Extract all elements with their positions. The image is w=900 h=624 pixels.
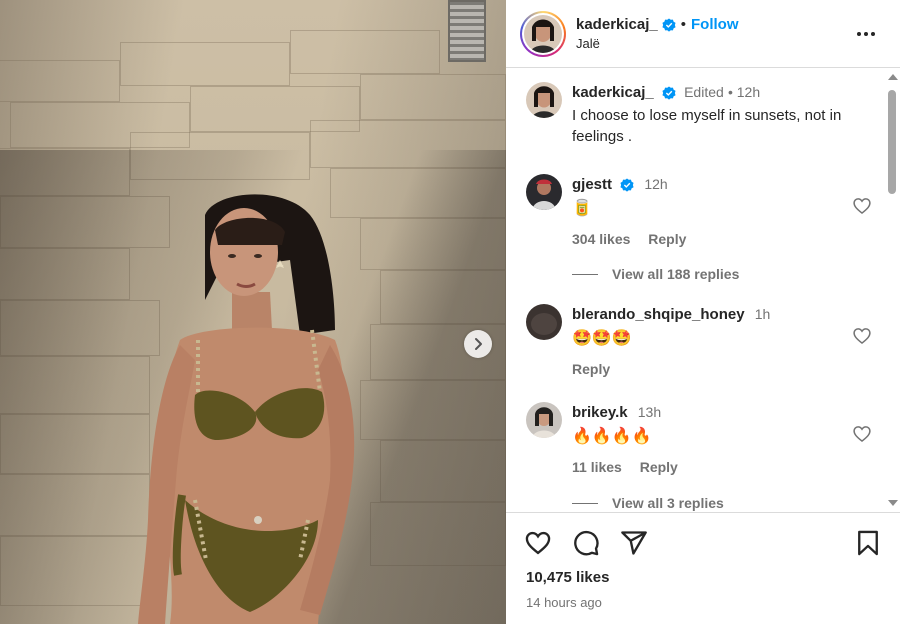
chevron-right-icon	[475, 338, 482, 350]
comment-icon[interactable]	[572, 529, 600, 557]
separator-dot: •	[727, 84, 737, 100]
comment-text: 🤩🤩🤩	[572, 330, 632, 347]
more-icon	[857, 32, 875, 36]
bookmark-icon[interactable]	[854, 529, 882, 557]
caption-time[interactable]: 12h	[737, 84, 760, 100]
verified-icon	[620, 178, 634, 192]
edited-label: Edited	[684, 84, 724, 100]
avatar[interactable]	[526, 174, 562, 210]
avatar[interactable]	[526, 304, 562, 340]
post-likes-count[interactable]: 10,475 likes	[526, 569, 609, 586]
author-username[interactable]: kaderkicaj_	[576, 16, 658, 33]
scroll-down-arrow[interactable]	[888, 500, 898, 506]
comment-likes[interactable]: 11 likes	[572, 459, 622, 475]
comment-time[interactable]: 13h	[638, 404, 661, 420]
scroll-up-arrow[interactable]	[888, 74, 898, 80]
author-avatar-ring[interactable]	[520, 10, 566, 57]
comment-username[interactable]: blerando_shqipe_honey	[572, 306, 745, 323]
photo-subject	[138, 194, 355, 624]
next-photo-button[interactable]	[464, 330, 492, 358]
comments-list[interactable]: kaderkicaj_ Edited • 12h I choose to los…	[506, 68, 900, 512]
comment-time[interactable]: 1h	[755, 306, 771, 322]
comment-text: 🔥🔥🔥🔥	[572, 428, 652, 445]
scroll-thumb[interactable]	[888, 90, 896, 194]
post-timestamp[interactable]: 14 hours ago	[526, 595, 602, 610]
avatar	[524, 14, 562, 53]
replies-divider	[572, 502, 598, 504]
separator-dot: •	[680, 16, 686, 33]
comment-username[interactable]: brikey.k	[572, 404, 628, 421]
comment-username[interactable]: gjestt	[572, 176, 612, 193]
comment-likes[interactable]: 304 likes	[572, 231, 630, 247]
caption-username[interactable]: kaderkicaj_	[572, 84, 654, 101]
avatar[interactable]	[526, 402, 562, 438]
share-icon[interactable]	[620, 529, 648, 557]
heart-icon[interactable]	[852, 326, 872, 346]
avatar[interactable]	[526, 82, 562, 118]
caption-text: I choose to lose myself in sunsets, not …	[572, 107, 842, 145]
heart-icon[interactable]	[524, 529, 552, 557]
comment-time[interactable]: 12h	[644, 176, 667, 192]
comments-scrollbar[interactable]	[884, 68, 900, 512]
reply-button[interactable]: Reply	[572, 361, 610, 377]
view-replies-button[interactable]: View all 3 replies	[572, 495, 724, 511]
reply-button[interactable]: Reply	[648, 231, 686, 247]
verified-icon	[662, 86, 676, 100]
follow-button[interactable]: Follow	[691, 16, 739, 33]
more-options-button[interactable]	[854, 22, 878, 46]
post-action-bar: 10,475 likes 14 hours ago	[506, 512, 900, 624]
view-replies-button[interactable]: View all 188 replies	[572, 266, 739, 282]
post-location[interactable]: Jalë	[576, 36, 739, 51]
post-photo[interactable]	[0, 0, 506, 624]
comment-text: 🥫	[572, 200, 592, 217]
heart-icon[interactable]	[852, 424, 872, 444]
replies-divider	[572, 273, 598, 275]
post-side-panel: kaderkicaj_ • Follow Jalë kaderkicaj_ Ed…	[506, 0, 900, 624]
reply-button[interactable]: Reply	[640, 459, 678, 475]
post-header: kaderkicaj_ • Follow Jalë	[506, 0, 900, 68]
verified-icon	[662, 17, 676, 32]
view-replies-label: View all 188 replies	[612, 266, 740, 282]
view-replies-label: View all 3 replies	[612, 495, 724, 511]
heart-icon[interactable]	[852, 196, 872, 216]
